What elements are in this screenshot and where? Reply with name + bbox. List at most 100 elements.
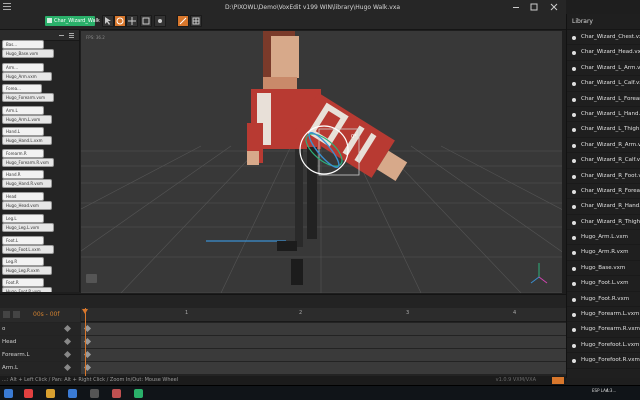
hierarchy-node[interactable]: Hugo_Arm.vxm	[2, 72, 52, 81]
hierarchy-node-label: Hugo_Foot.R.vxm	[6, 289, 41, 292]
playhead-marker-icon[interactable]	[82, 309, 88, 314]
pivot-icon	[158, 19, 162, 23]
library-item[interactable]: Char_Wizard_R_Arm.vxm	[567, 138, 640, 154]
hierarchy-node[interactable]: Hugo_Leg.L.vxm	[2, 223, 54, 232]
status-bar: ...: Alt + Left Click / Pan: Alt + Right…	[0, 376, 566, 385]
hierarchy-node[interactable]: Hand.L	[2, 127, 44, 136]
library-item[interactable]: Hugo_Forefoot.R.vxm	[567, 353, 640, 369]
gizmo-angle-label: 0°	[351, 134, 357, 140]
hierarchy-node-label: Foot.L	[6, 238, 19, 243]
list-icon[interactable]	[68, 32, 75, 39]
library-item[interactable]: Char_Wizard_L_Forearm.vxm	[567, 92, 640, 107]
time-ruler[interactable]: 1 2 3 4	[81, 308, 566, 322]
hierarchy-node[interactable]: Arm...	[2, 63, 44, 72]
library-item[interactable]: Hugo_Foot.L.vxm	[567, 276, 640, 292]
track-lane[interactable]	[81, 362, 566, 374]
snap-button[interactable]	[190, 15, 202, 27]
library-item[interactable]: Hugo_Foot.R.vxm	[567, 292, 640, 308]
track-lane[interactable]	[81, 349, 566, 361]
voxedit-icon[interactable]	[134, 389, 143, 398]
local-space-button[interactable]	[177, 15, 189, 27]
scene-canvas[interactable]: 0°	[81, 31, 562, 293]
rotate-tool-button[interactable]	[114, 15, 126, 27]
hierarchy-node-label: Hugo_Arm.L.vxm	[6, 117, 41, 122]
hierarchy-node[interactable]: Hugo_Head.vxm	[2, 201, 52, 210]
library-item[interactable]: Hugo_Forearm.R.vxm	[567, 322, 640, 338]
start-icon[interactable]	[4, 389, 13, 398]
hierarchy-node[interactable]: Forea...	[2, 84, 42, 93]
grid-icon	[192, 17, 200, 25]
hierarchy-node-label: Hugo_Forearm.R.vxm	[6, 160, 49, 165]
stop-icon[interactable]	[13, 311, 20, 318]
hierarchy-node-label: Head	[6, 194, 17, 199]
hierarchy-node[interactable]: Hugo_Foot.R.vxm	[2, 287, 52, 292]
hierarchy-node[interactable]: Hugo_Forearm.R.vxm	[2, 158, 54, 167]
hierarchy-node[interactable]: Bas...	[2, 40, 44, 49]
ruler-tick: 2	[299, 310, 303, 316]
library-item[interactable]: Char_Wizard_Head.vxm	[567, 45, 640, 61]
scale-tool-button[interactable]	[140, 15, 152, 27]
library-item[interactable]: Char_Wizard_R_Calf.vxm	[567, 153, 640, 169]
library-item[interactable]: Char_Wizard_L_Thigh.vxm	[567, 122, 640, 138]
tab-active-model[interactable]: Char_Wizard_Walk	[45, 16, 100, 26]
hierarchy-node-label: Arm...	[6, 65, 19, 70]
camera-icon[interactable]	[86, 274, 97, 283]
terminal-icon[interactable]	[90, 389, 99, 398]
app-menu-icon[interactable]	[2, 2, 14, 12]
hierarchy-node[interactable]: Head	[2, 192, 44, 201]
hierarchy-node[interactable]: Hugo_Forearm.vxm	[2, 93, 54, 102]
library-item[interactable]: Char_Wizard_L_Arm.vxm	[567, 61, 640, 77]
library-item[interactable]: Char_Wizard_L_Calf.vxm	[567, 76, 640, 92]
hierarchy-node-label: Leg.L	[6, 216, 17, 221]
hierarchy-node[interactable]: Hand.R	[2, 170, 44, 179]
library-item[interactable]: Hugo_Arm.L.vxm	[567, 230, 640, 246]
select-tool-button[interactable]	[102, 15, 114, 27]
track-lane[interactable]	[81, 323, 566, 335]
tray-clock[interactable]: 4:3...	[606, 388, 616, 393]
library-item[interactable]: Char_Wizard_Chest.vxm	[567, 30, 640, 46]
hierarchy-node[interactable]: Foot.R	[2, 278, 44, 287]
hierarchy-node[interactable]: Hugo_Leg.R.vxm	[2, 266, 52, 275]
library-item[interactable]: Hugo_Base.vxm	[567, 261, 640, 277]
close-icon[interactable]	[548, 2, 560, 12]
rotate-icon	[116, 17, 124, 25]
notification-icon[interactable]	[552, 377, 564, 384]
ruler-tick: 3	[406, 310, 410, 316]
minimize-icon[interactable]	[510, 2, 522, 12]
track-lane[interactable]	[81, 336, 566, 348]
library-item[interactable]: Char_Wizard_R_Thigh.vxm	[567, 215, 640, 231]
3d-viewport[interactable]: 0° FPS: 36.2	[81, 31, 562, 293]
bookmark-icon	[47, 18, 52, 23]
collapse-icon[interactable]	[58, 32, 65, 39]
move-tool-button[interactable]	[126, 15, 138, 27]
hierarchy-node-label: Hand.L	[6, 129, 21, 134]
play-icon[interactable]	[3, 311, 10, 318]
hierarchy-node[interactable]: Leg.L	[2, 214, 44, 223]
hierarchy-node-label: Hugo_Leg.L.vxm	[6, 225, 40, 230]
library-item[interactable]: Hugo_Forefoot.L.vxm	[567, 338, 640, 354]
hierarchy-node[interactable]: Forearm.R	[2, 149, 44, 158]
playhead[interactable]	[85, 308, 86, 376]
hierarchy-node[interactable]: Hugo_Base.vxm	[2, 49, 54, 58]
hierarchy-node[interactable]: Hugo_Hand.R.vxm	[2, 179, 52, 188]
pivot-tool-button[interactable]	[154, 15, 166, 27]
hierarchy-node[interactable]: Foot.L	[2, 236, 44, 245]
hierarchy-node[interactable]: Leg.R	[2, 257, 44, 266]
library-item[interactable]: Char_Wizard_R_Hand.vxm	[567, 199, 640, 215]
hierarchy-node[interactable]: Hugo_Arm.L.vxm	[2, 115, 52, 124]
library-item[interactable]: Hugo_Arm.R.vxm	[567, 245, 640, 261]
folder-icon[interactable]	[46, 389, 55, 398]
hierarchy-node[interactable]: Hugo_Foot.L.vxm	[2, 245, 54, 254]
hierarchy-node[interactable]: Hugo_Hand.L.vxm	[2, 136, 52, 145]
maximize-icon[interactable]	[528, 2, 540, 12]
hierarchy-node-label: Hugo_Head.vxm	[6, 203, 39, 208]
library-item[interactable]: Hugo_Forearm.L.vxm	[567, 307, 640, 323]
library-item[interactable]: Char_Wizard_R_Forearm.vxm	[567, 184, 640, 200]
time-range[interactable]: 00s - 00f	[33, 311, 60, 318]
hierarchy-node[interactable]: Arm.L	[2, 106, 44, 115]
photoshop-icon[interactable]	[68, 389, 77, 398]
library-item[interactable]: Char_Wizard_L_Hand.vxm	[567, 107, 640, 123]
chrome-icon[interactable]	[24, 389, 33, 398]
record-icon[interactable]	[112, 389, 121, 398]
library-item[interactable]: Char_Wizard_R_Foot.vxm	[567, 169, 640, 184]
